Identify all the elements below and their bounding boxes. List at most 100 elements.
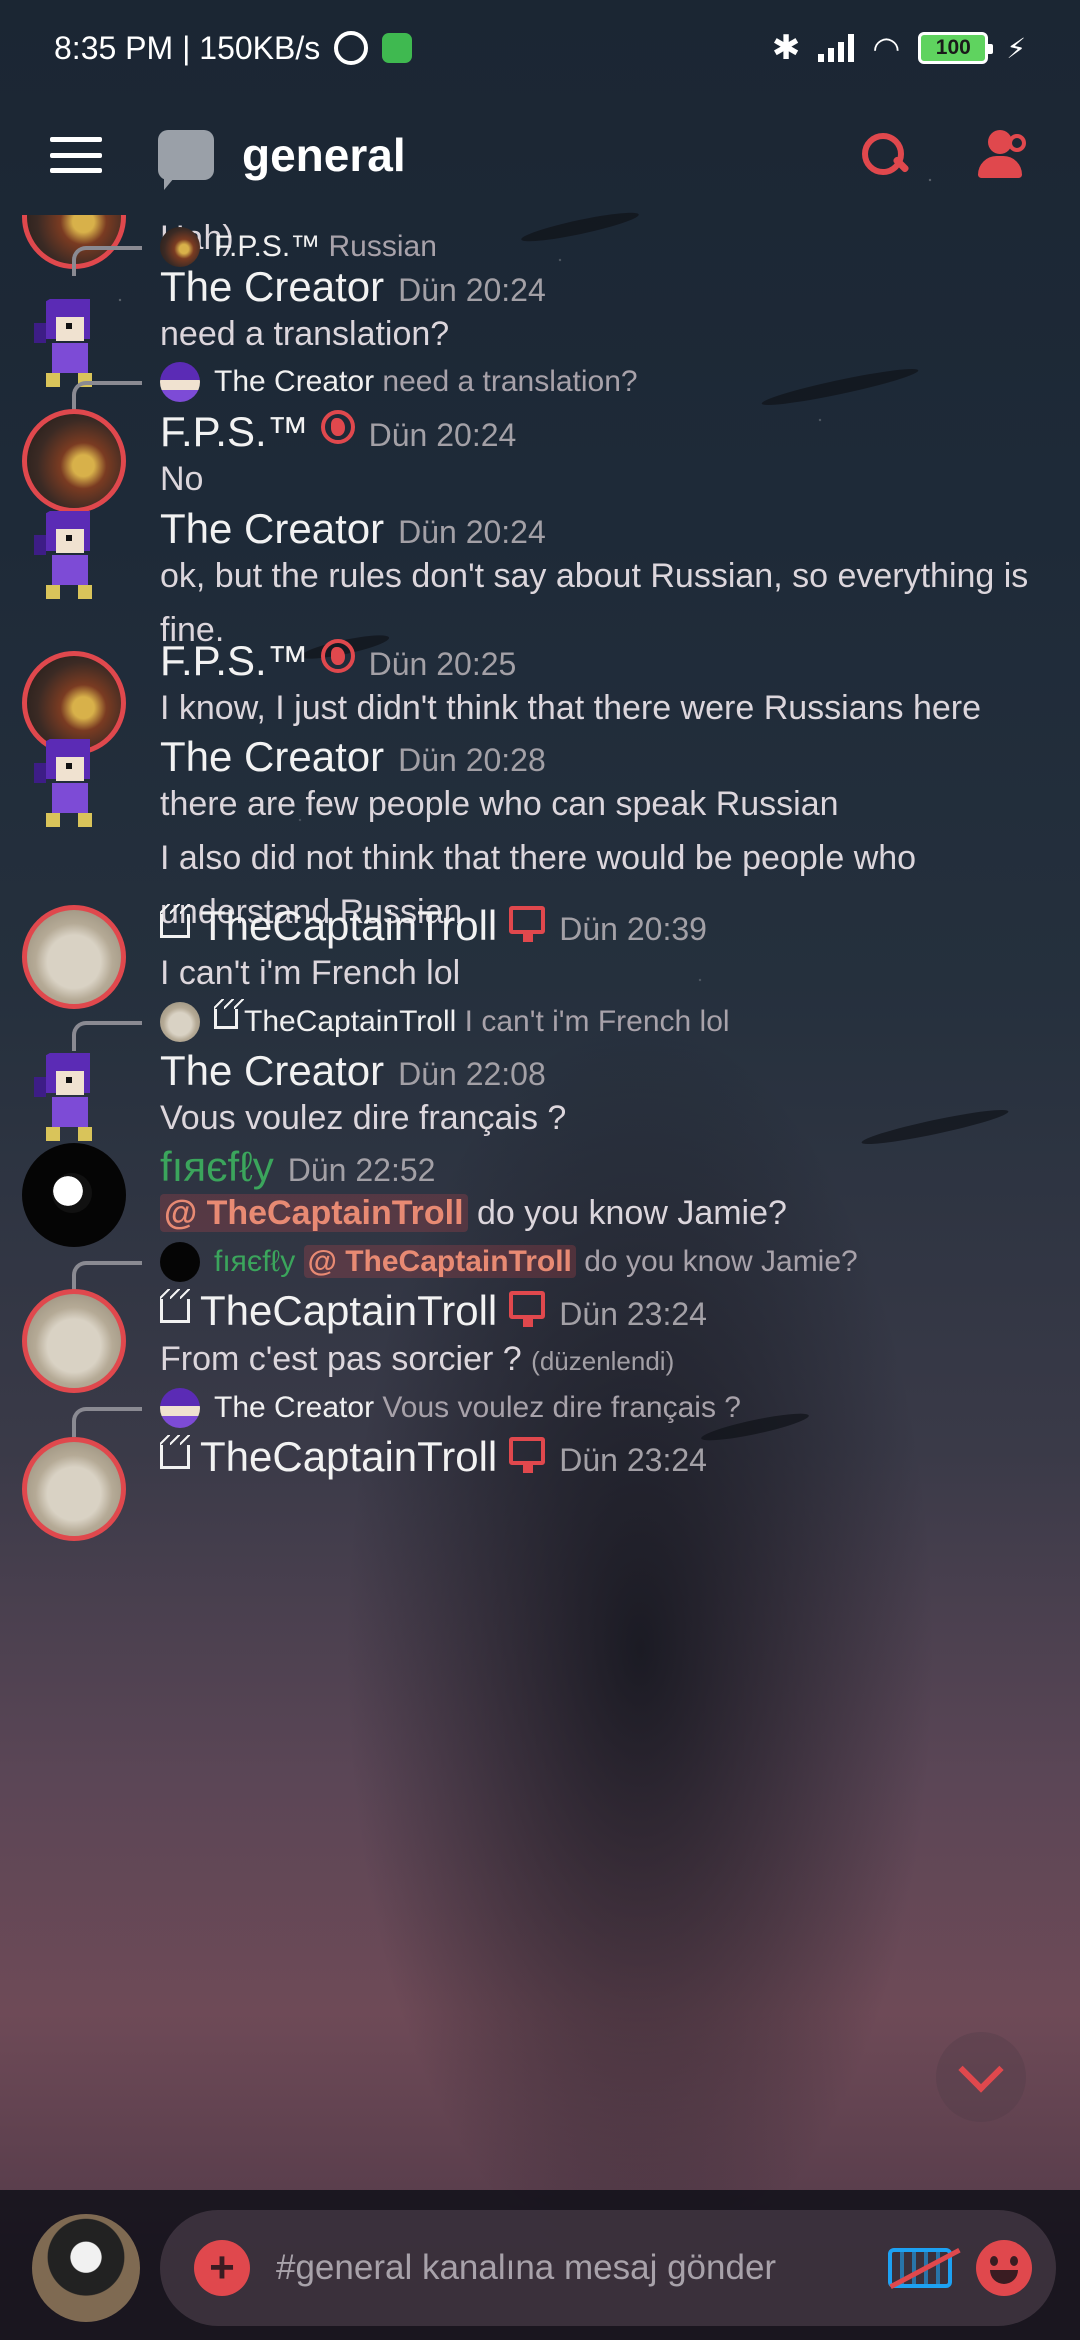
message-body: From c'est pas sorcier ? [160, 1340, 522, 1378]
globe-icon [320, 410, 355, 444]
reply-text: need a translation? [382, 365, 638, 398]
message-timestamp: Dün 23:24 [559, 1442, 707, 1478]
reply-author-name: F.P.S.™ [214, 230, 321, 263]
crown-icon [160, 1435, 190, 1469]
message-author[interactable]: fıяєfℓy Dün 22:52 [160, 1143, 435, 1191]
plus-icon[interactable]: + [194, 2240, 250, 2296]
globe-icon [320, 639, 355, 673]
message-author[interactable]: The Creator Dün 20:28 [160, 733, 546, 781]
keyboard-off-icon[interactable] [888, 2248, 952, 2288]
hamburger-icon[interactable] [50, 137, 102, 173]
jump-to-bottom-button[interactable] [936, 2032, 1026, 2122]
avatar[interactable] [22, 1143, 126, 1247]
message-line: there are few people who can speak Russi… [160, 785, 839, 823]
alarm-icon [334, 31, 369, 65]
reply-text: Russian [328, 230, 437, 263]
reply-author: fıяєfℓy @ TheCaptainTroll do you know Ja… [214, 1245, 858, 1279]
charging-icon: ⚡ [1006, 32, 1026, 64]
author-name: The Creator [160, 263, 385, 310]
message-body: do you know Jamie? [476, 1194, 787, 1232]
channel-header: general [0, 100, 1080, 210]
message-author[interactable]: F.P.S.™ Dün 20:24 [160, 408, 516, 456]
message-timestamp: Dün 20:24 [398, 272, 546, 308]
reply-author: The Creator Vous voulez dire français ? [214, 1391, 741, 1425]
message-timestamp: Dün 20:39 [559, 911, 707, 947]
message-timestamp: Dün 20:28 [398, 742, 546, 778]
crown-icon [160, 904, 190, 938]
avatar[interactable] [22, 1047, 126, 1151]
signal-icon [818, 34, 855, 62]
message-text: I can't i'm French lol [160, 954, 461, 992]
avatar[interactable] [22, 409, 126, 513]
channel-chat-icon [158, 130, 214, 190]
user-mention: @ TheCaptainTroll [303, 1245, 576, 1278]
avatar[interactable] [22, 505, 126, 609]
message-text: I know, I just didn't think that there w… [160, 689, 982, 727]
avatar[interactable] [22, 905, 126, 1009]
message-composer[interactable]: + #general kanalına mesaj gönder [160, 2210, 1056, 2326]
status-time-speed: 8:35 PM | 150KB/s [54, 29, 321, 66]
message-author[interactable]: TheCaptainTroll Dün 23:24 [160, 1433, 707, 1481]
message-author[interactable]: The Creator Dün 22:08 [160, 1047, 546, 1095]
user-mention[interactable]: @ TheCaptainTroll [160, 1194, 468, 1232]
wifi-icon: ◠ [872, 30, 901, 66]
message-author[interactable]: TheCaptainTroll Dün 23:24 [160, 1287, 707, 1335]
message-author[interactable]: The Creator Dün 20:24 [160, 505, 546, 553]
message-timestamp: Dün 23:24 [559, 1296, 707, 1332]
reply-avatar [160, 227, 200, 267]
message-input[interactable]: #general kanalına mesaj gönder [276, 2248, 888, 2288]
monitor-icon [509, 1437, 546, 1473]
status-bar: 8:35 PM | 150KB/s ✱ ◠ 100 ⚡ [0, 0, 1080, 96]
avatar[interactable] [22, 1437, 126, 1541]
author-name: F.P.S.™ [160, 637, 309, 684]
plus-label: + [209, 2243, 235, 2292]
bluetooth-icon: ✱ [771, 29, 801, 67]
message-text: need a translation? [160, 315, 450, 353]
reply-avatar [160, 1002, 200, 1042]
author-name: TheCaptainTroll [200, 1433, 498, 1480]
message-timestamp: Dün 22:52 [287, 1152, 436, 1188]
user-avatar[interactable] [32, 2214, 140, 2322]
author-name: The Creator [160, 1047, 385, 1094]
message-timestamp: Dün 20:25 [368, 646, 517, 682]
reply-avatar [160, 362, 200, 402]
message-text: Vous voulez dire français ? [160, 1099, 567, 1137]
edited-label: (düzenlendi) [531, 1346, 675, 1376]
reply-author-name: The Creator [214, 365, 375, 398]
reply-text: do you know Jamie? [584, 1245, 858, 1278]
reply-avatar [160, 1388, 200, 1428]
message-list[interactable]: Hah) F.P.S.™ Russian The CreatorDün 20 [0, 215, 1080, 2190]
emoji-icon[interactable] [976, 2240, 1032, 2296]
message-text: No [160, 460, 204, 498]
app-notification-icon [382, 33, 413, 63]
search-icon[interactable] [860, 131, 908, 179]
reply-author: F.P.S.™ Russian [214, 230, 437, 264]
bottom-bar: + #general kanalına mesaj gönder [0, 2190, 1080, 2340]
monitor-icon [509, 1291, 546, 1327]
reply-author-name: The Creator [214, 1391, 375, 1424]
message-text: @ TheCaptainTroll do you know Jamie? [160, 1186, 1040, 1240]
reply-author-name: fıяєfℓy [214, 1245, 296, 1278]
monitor-icon [509, 906, 546, 942]
avatar[interactable] [22, 733, 126, 837]
avatar[interactable] [22, 1289, 126, 1393]
reply-avatar [160, 1242, 200, 1282]
message-timestamp: Dün 20:24 [398, 514, 546, 550]
reply-author: TheCaptainTroll I can't i'm French lol [214, 999, 730, 1039]
crown-icon [214, 999, 244, 1029]
reply-author-name: TheCaptainTroll [244, 1005, 457, 1038]
author-name: F.P.S.™ [160, 408, 309, 455]
battery-level: 100 [935, 36, 971, 59]
author-name: TheCaptainTroll [200, 1287, 498, 1334]
message-author[interactable]: TheCaptainTroll Dün 20:39 [160, 902, 707, 950]
author-name: TheCaptainTroll [200, 902, 498, 949]
message-timestamp: Dün 20:24 [368, 417, 517, 453]
message-author[interactable]: The Creator Dün 20:24 [160, 263, 546, 311]
author-name: fıяєfℓy [160, 1143, 274, 1190]
author-name: The Creator [160, 733, 385, 780]
reply-author: The Creator need a translation? [214, 365, 638, 399]
reply-text: I can't i'm French lol [464, 1005, 730, 1038]
message-author[interactable]: F.P.S.™ Dün 20:25 [160, 637, 516, 685]
battery-icon: 100 [918, 32, 994, 64]
members-icon[interactable] [974, 130, 1030, 180]
